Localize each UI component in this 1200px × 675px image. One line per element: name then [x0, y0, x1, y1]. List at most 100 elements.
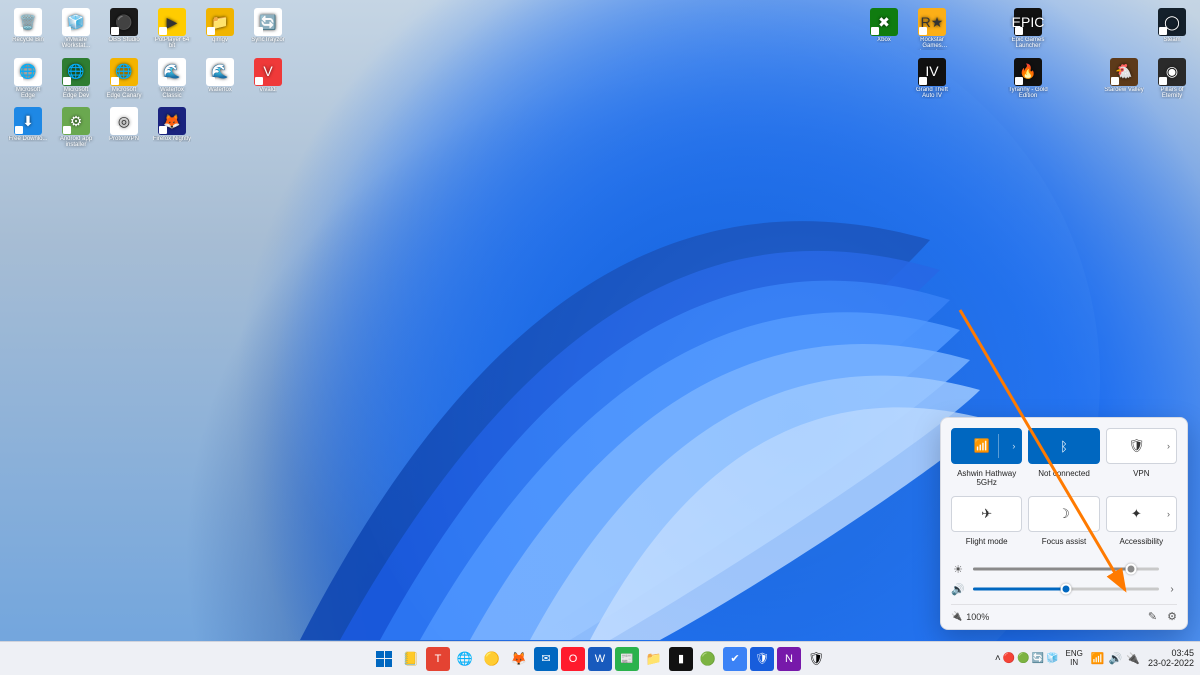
desktop-icon[interactable]: IVGrand Theft Auto IV	[912, 58, 952, 100]
tray-battery-icon[interactable]: 🔌	[1126, 653, 1140, 665]
taskbar-item-edge[interactable]: 🌐	[453, 647, 477, 671]
app-icon: IV	[918, 58, 946, 86]
clock-date: 23-02-2022	[1148, 659, 1194, 669]
bluetooth-icon: ᛒ	[1060, 439, 1068, 454]
desktop-icon[interactable]: 🔄SyncTrayzor	[248, 8, 288, 50]
qs-tile-accessibility[interactable]: ✦›	[1106, 496, 1177, 532]
desktop-icon[interactable]: 🦊Firefox Nightly	[152, 107, 192, 149]
chevron-right-icon[interactable]: ›	[1167, 509, 1170, 519]
battery-icon: 🔌	[951, 611, 962, 622]
desktop-icon[interactable]: ◎ProtonVPN	[104, 107, 144, 149]
desktop-icon[interactable]: VVivaldi	[248, 58, 288, 100]
desktop-icon[interactable]: 🌐Microsoft Edge Dev	[56, 58, 96, 100]
icon-label: Firefox Nightly	[153, 136, 191, 142]
desktop-icon[interactable]: EPICEpic Games Launcher	[1008, 8, 1048, 50]
desktop-icon[interactable]: 🌊Waterfox	[200, 58, 240, 100]
tray-up-icon[interactable]: ˄	[995, 653, 1001, 664]
taskbar-item-cmd[interactable]: ▮	[669, 647, 693, 671]
icon-label: VMware Workstat...	[56, 37, 96, 50]
icon-label: ProtonVPN	[109, 136, 139, 142]
taskbar-item-bitwarden[interactable]: 🛡	[750, 647, 774, 671]
desktop-icon[interactable]: 🔥Tyranny - Gold Edition	[1008, 58, 1048, 100]
desktop[interactable]: 🗑️Recycle Bin🧊VMware Workstat...⚫OBS Stu…	[0, 0, 1200, 675]
system-tray: ˄🔴🟢🔄🧊 ENG IN 📶 🔊🔌 03:45 23-02-2022	[994, 649, 1194, 669]
taskbar-item-explorer[interactable]: 📁	[642, 647, 666, 671]
tray-grn-icon[interactable]: 🟢	[1017, 653, 1029, 664]
desktop-icon[interactable]: ⚫OBS Studio	[104, 8, 144, 50]
start-icon	[376, 651, 392, 667]
desktop-icon[interactable]: 🐔Stardew Valley	[1104, 58, 1144, 100]
settings-icon[interactable]: ⚙	[1167, 610, 1177, 623]
app-icon: R★	[918, 8, 946, 36]
app-icon: ▶	[158, 8, 186, 36]
chevron-right-icon[interactable]: ›	[1167, 441, 1170, 451]
tray-volume-icon[interactable]: 🔊	[1109, 653, 1123, 665]
app-icon: 🌐	[110, 58, 138, 86]
icon-label: Xbox	[877, 37, 891, 43]
desktop-icon[interactable]: ⚙Android app installer	[56, 107, 96, 149]
edit-quick-settings-icon[interactable]: ✎	[1148, 610, 1157, 623]
taskbar-item-word[interactable]: W	[588, 647, 612, 671]
taskbar-item-feedly[interactable]: 📰	[615, 647, 639, 671]
taskbar-item-chrome[interactable]: 🟡	[480, 647, 504, 671]
app-icon: ◉	[1158, 58, 1186, 86]
volume-slider[interactable]	[973, 582, 1159, 596]
taskbar-item-notepad[interactable]: 📒	[399, 647, 423, 671]
taskbar-item-firefox[interactable]: 🦊	[507, 647, 531, 671]
desktop-icon[interactable]: ◯Steam	[1152, 8, 1192, 50]
qs-label: Ashwin Hathway 5GHz	[951, 470, 1022, 488]
volume-slider-row: 🔊 ›	[951, 582, 1177, 596]
tray-sync-icon[interactable]: 🔄	[1032, 653, 1044, 664]
icon-label: Epic Games Launcher	[1008, 37, 1048, 50]
desktop-icons-left: 🗑️Recycle Bin🧊VMware Workstat...⚫OBS Stu…	[8, 8, 288, 149]
app-icon: EPIC	[1014, 8, 1042, 36]
qs-tile-focus-assist[interactable]: ☽	[1028, 496, 1099, 532]
chevron-right-icon[interactable]: ›	[1012, 441, 1015, 451]
taskbar-item-mail[interactable]: ✉	[534, 647, 558, 671]
qs-tile-wifi[interactable]: 📶›	[951, 428, 1022, 464]
battery-text: 100%	[966, 612, 989, 622]
icon-label: Free Downlo...	[8, 136, 47, 142]
taskbar-item-opera[interactable]: O	[561, 647, 585, 671]
taskbar-item-whatsapp[interactable]: 🟢	[696, 647, 720, 671]
desktop-icon[interactable]: 🌐Microsoft Edge	[8, 58, 48, 100]
volume-expand-icon[interactable]: ›	[1167, 584, 1177, 595]
desktop-icon[interactable]: ◉Pillars of Eternity	[1152, 58, 1192, 100]
desktop-icon[interactable]: 🌐Microsoft Edge Canary	[104, 58, 144, 100]
taskbar-item-start[interactable]	[372, 647, 396, 671]
desktop-icon[interactable]: ⬇Free Downlo...	[8, 107, 48, 149]
tray-red-icon[interactable]: 🔴	[1003, 653, 1015, 664]
desktop-icon[interactable]: R★Rockstar Games Launcher	[912, 8, 952, 50]
clock[interactable]: 03:45 23-02-2022	[1148, 649, 1194, 669]
app-icon: 🌊	[206, 58, 234, 86]
app-icon: ◎	[110, 107, 138, 135]
flight-mode-icon: ✈	[981, 506, 992, 522]
icon-label: SyncTrayzor	[251, 37, 284, 43]
language-indicator[interactable]: ENG IN	[1066, 650, 1083, 668]
desktop-icon[interactable]: 📁qimgv	[200, 8, 240, 50]
icon-label: Waterfox Classic	[152, 87, 192, 100]
brightness-icon: ☀	[951, 563, 965, 576]
taskbar: 📒T🌐🟡🦊✉OW📰📁▮🟢✔🛡N🛡 ˄🔴🟢🔄🧊 ENG IN 📶🔊🔌 03:45 …	[0, 641, 1200, 675]
taskbar-item-security[interactable]: 🛡	[804, 647, 828, 671]
taskbar-item-onenote[interactable]: N	[777, 647, 801, 671]
icon-label: Microsoft Edge	[8, 87, 48, 100]
battery-status[interactable]: 🔌 100%	[951, 611, 989, 622]
desktop-icon[interactable]: 🧊VMware Workstat...	[56, 8, 96, 50]
app-icon: 🦊	[158, 107, 186, 135]
qs-tile-vpn[interactable]: 🛡›	[1106, 428, 1177, 464]
desktop-icon[interactable]: ✖Xbox	[864, 8, 904, 50]
taskbar-item-todoist[interactable]: T	[426, 647, 450, 671]
tray-drive-icon[interactable]: 🧊	[1046, 653, 1058, 664]
desktop-icon[interactable]: ▶PotPlayer 64 bit	[152, 8, 192, 50]
qs-tile-bluetooth[interactable]: ᛒ	[1028, 428, 1099, 464]
taskbar-item-todo[interactable]: ✔	[723, 647, 747, 671]
app-icon: 🌐	[62, 58, 90, 86]
qs-tile-flight-mode[interactable]: ✈	[951, 496, 1022, 532]
desktop-icon[interactable]: 🗑️Recycle Bin	[8, 8, 48, 50]
lang-bot: IN	[1066, 659, 1083, 668]
icon-label: Pillars of Eternity	[1152, 87, 1192, 100]
desktop-icon[interactable]: 🌊Waterfox Classic	[152, 58, 192, 100]
brightness-slider[interactable]	[973, 562, 1159, 576]
tray-wifi-icon[interactable]: 📶	[1091, 653, 1105, 665]
